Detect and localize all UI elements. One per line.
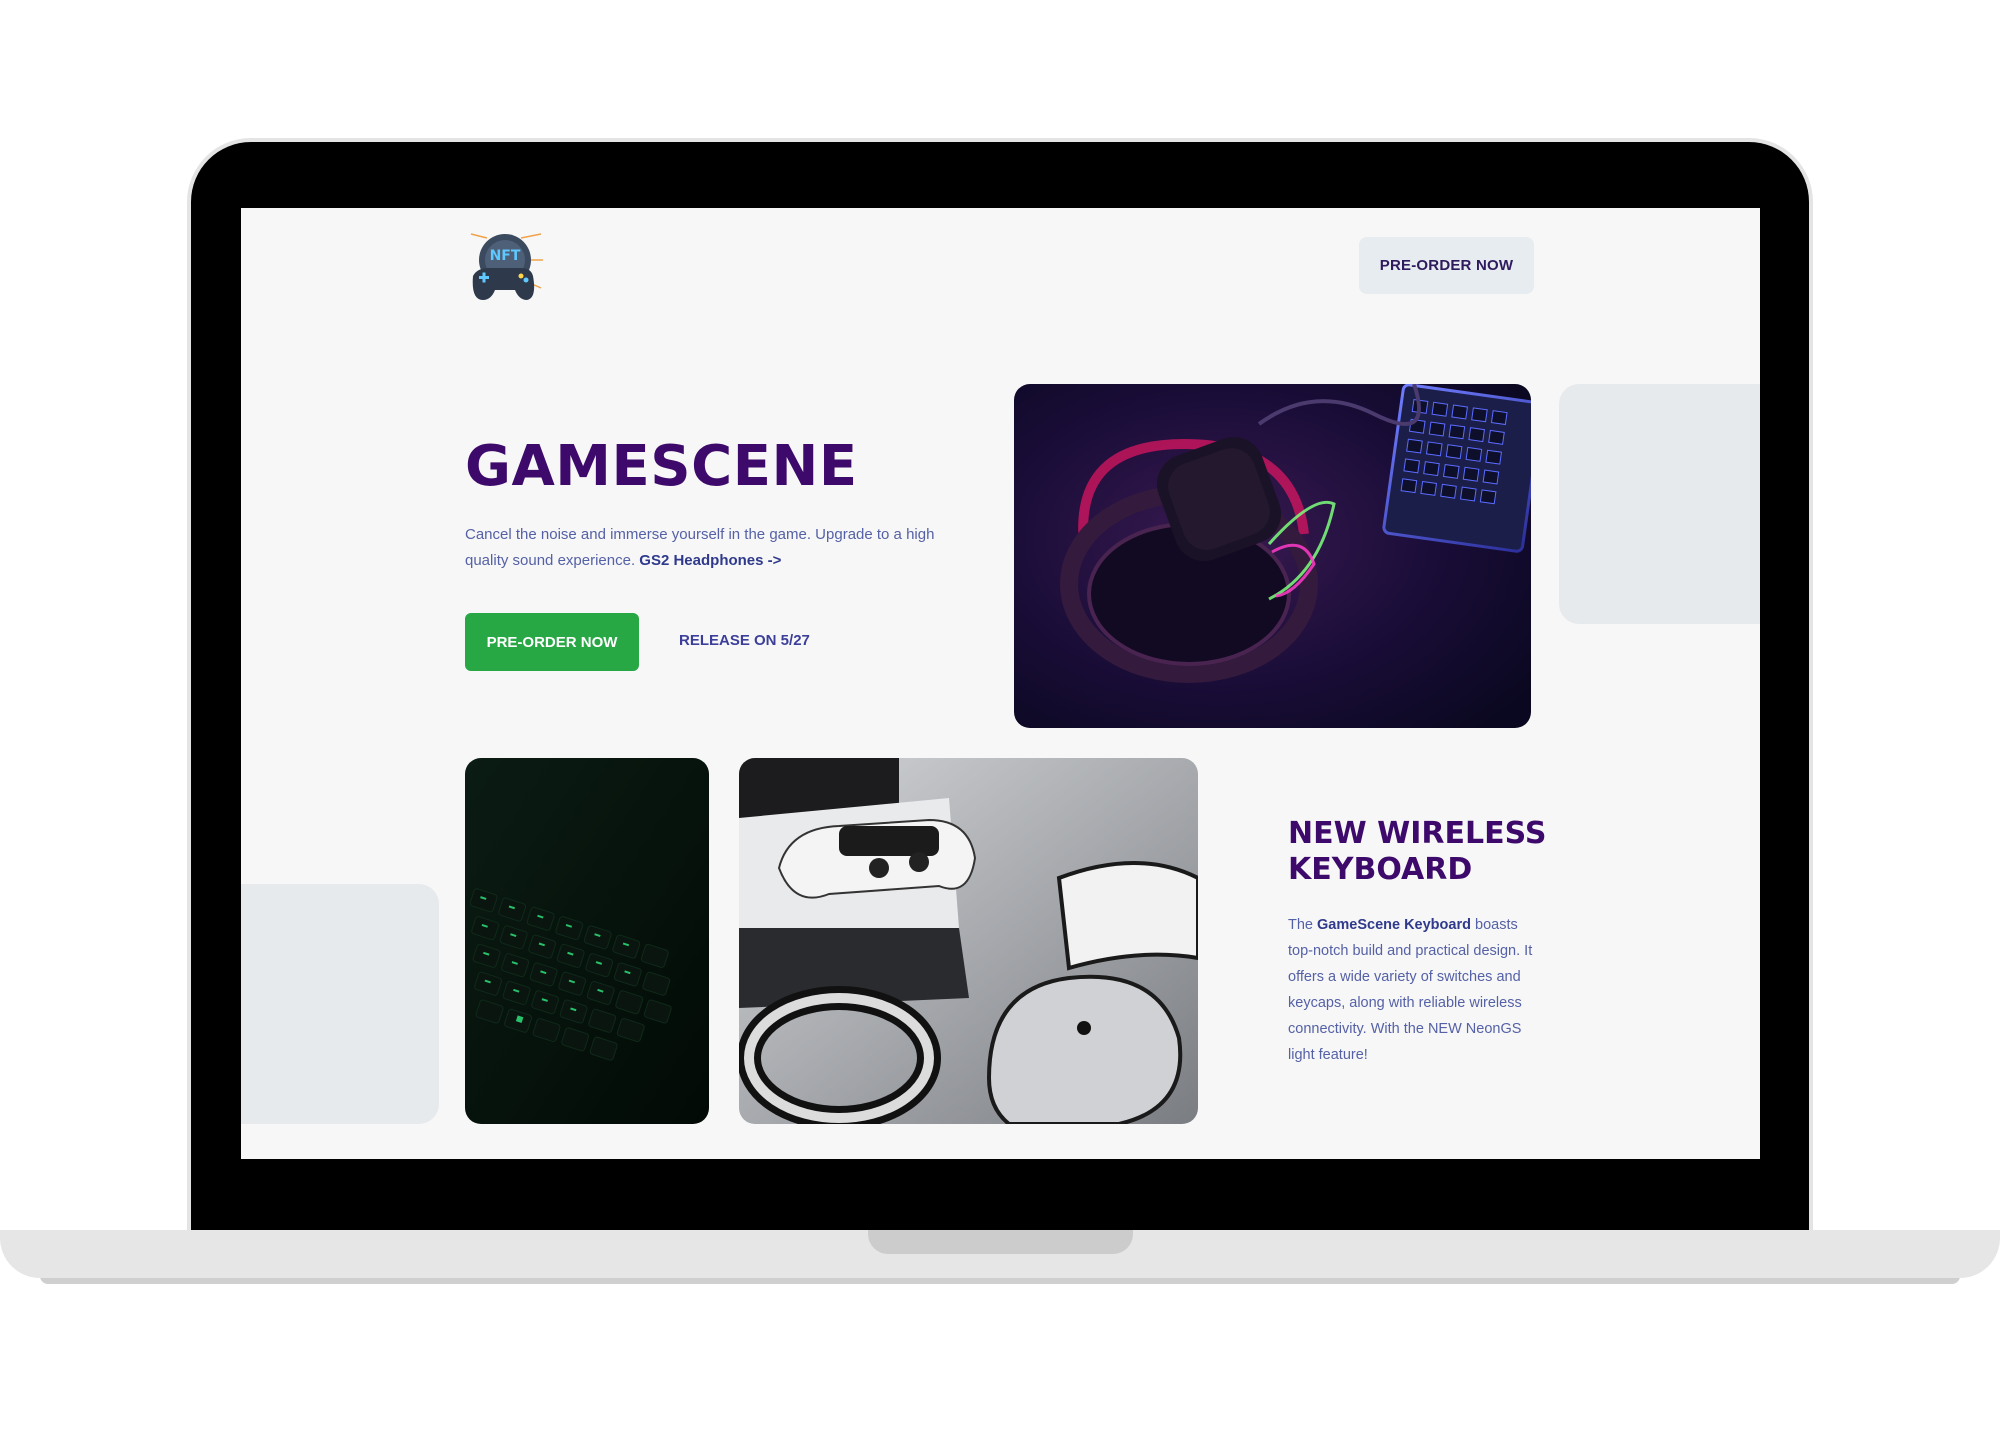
hero-description: Cancel the noise and immerse yourself in… (465, 522, 965, 574)
feature-text-after: boasts top-notch build and practical des… (1288, 917, 1533, 1063)
feature-title: NEW WIRELESS KEYBOARD (1288, 816, 1547, 887)
laptop-notch (868, 1230, 1133, 1254)
feature-description: The GameScene Keyboard boasts top-notch … (1288, 912, 1538, 1068)
feature-text-before: The (1288, 917, 1313, 933)
release-date-link[interactable]: RELEASE ON 5/27 (679, 632, 810, 649)
gamepad-logo-icon[interactable]: NFT (465, 230, 545, 304)
controller-vr-image (739, 758, 1198, 1124)
headphones-link[interactable]: GS2 Headphones -> (639, 552, 781, 569)
decorative-block-left (241, 884, 439, 1124)
hero-title: GAMESCENE (465, 434, 858, 499)
logo-text: NFT (489, 248, 521, 264)
decorative-block-right (1559, 384, 1760, 624)
keyboard-image (465, 758, 709, 1124)
feature-product-name: GameScene Keyboard (1317, 917, 1471, 933)
hero-preorder-button[interactable]: PRE-ORDER NOW (465, 613, 639, 671)
headphones-image (1014, 384, 1531, 728)
website-screen: NFT PRE-ORDER NOW GAMESCENE Cancel the n… (241, 208, 1760, 1159)
nav-preorder-button[interactable]: PRE-ORDER NOW (1359, 237, 1534, 294)
